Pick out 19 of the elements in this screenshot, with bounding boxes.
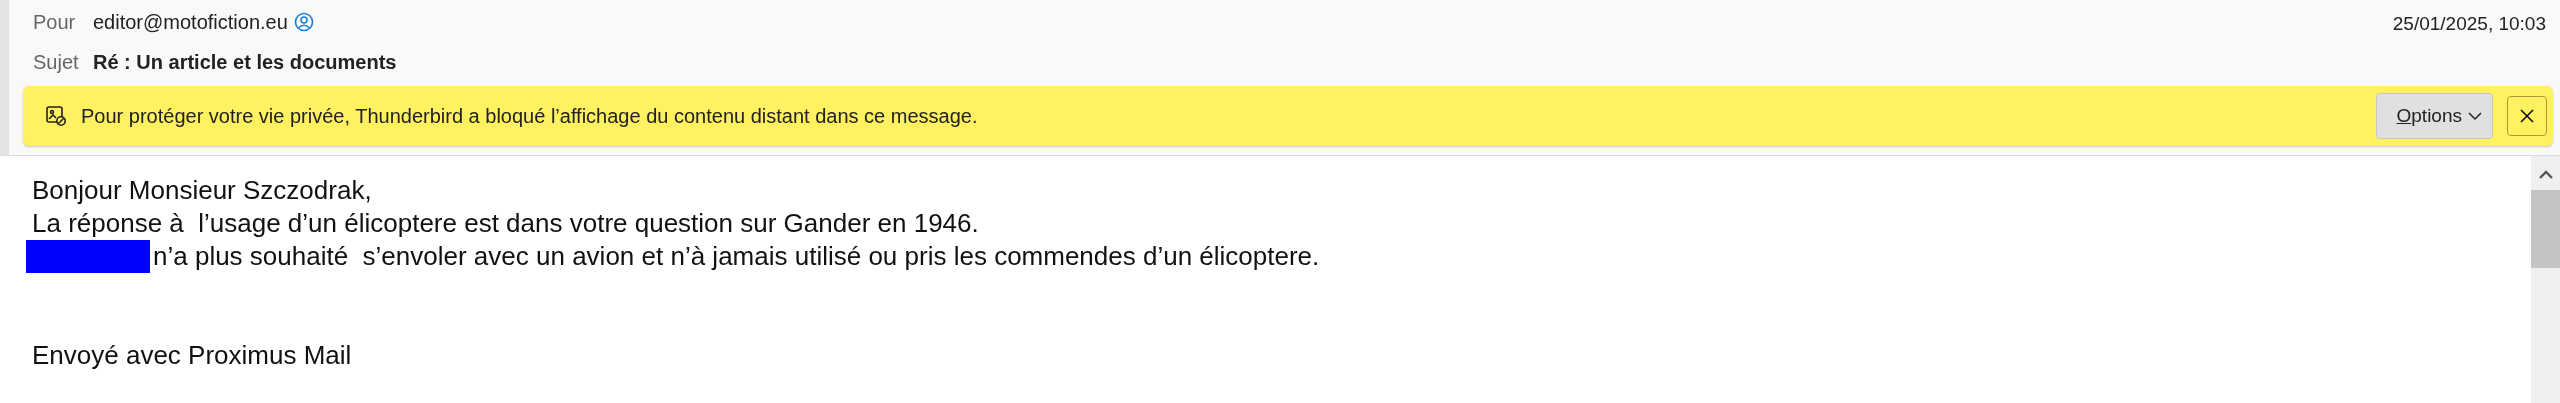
blocked-image-icon <box>45 105 67 127</box>
scroll-thumb[interactable] <box>2531 190 2560 268</box>
subject-text: Ré : Un article et les documents <box>93 50 397 74</box>
contact-icon[interactable] <box>293 12 314 32</box>
body-text: n’a plus souhaité s’envoler avec un avion et n’à jamais utilisé ou pris les commendes d’un élicoptere. <box>153 241 1320 272</box>
scrollbar[interactable] <box>2531 156 2560 403</box>
field-label: Pour <box>33 10 77 34</box>
close-icon <box>2520 109 2534 123</box>
message-date: 25/01/2025, 10:03 <box>2392 12 2547 35</box>
body-text: La réponse à l’usage d’un élicoptere est dans votre question sur Gander en 1946. <box>32 208 979 239</box>
signature-text: Envoyé avec Proximus Mail <box>32 340 352 371</box>
scroll-up-icon[interactable] <box>2537 170 2554 180</box>
recipient-address[interactable]: editor@motofiction.eu <box>93 10 288 34</box>
caret-icon <box>2468 111 2482 121</box>
body-text: Bonjour Monsieur Szczodrak, <box>32 175 372 206</box>
close-button[interactable] <box>2507 96 2547 136</box>
notification-message: Pour protéger votre vie privée, Thunderbird a bloqué l’affichage du contenu distant dans ce message. <box>81 104 978 128</box>
field-label: Sujet <box>33 50 79 74</box>
options-button[interactable]: Options <box>2375 93 2493 139</box>
